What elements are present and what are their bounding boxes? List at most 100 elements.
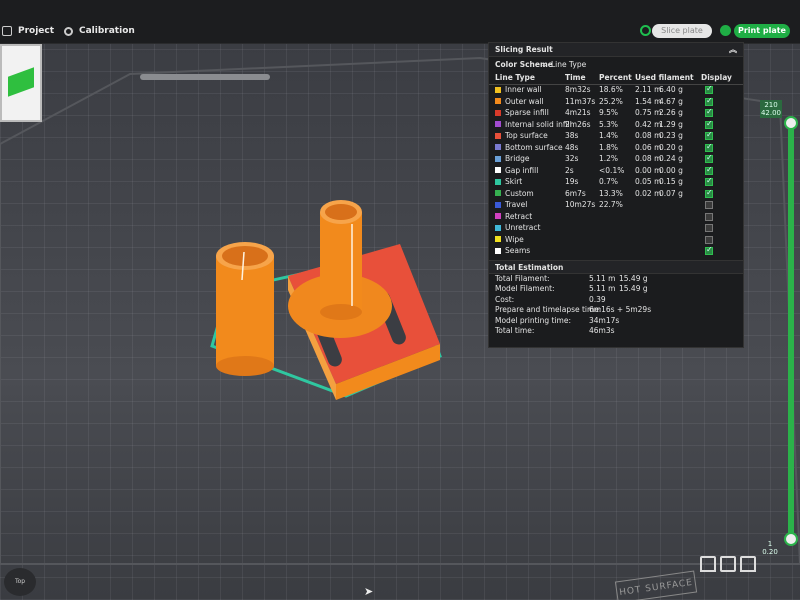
result-row: Skirt 19s 0.7% 0.05 m 0.15 g [489, 176, 743, 189]
display-checkbox[interactable] [705, 107, 713, 117]
total-estimation-header: Total Estimation [489, 259, 743, 274]
line-type-meters: 0.42 m [635, 119, 662, 129]
home-view-icon[interactable] [700, 556, 716, 572]
line-type-label: Custom [495, 189, 534, 198]
line-type-label: Wipe [495, 235, 524, 244]
result-table-header: Line Type Time Percent Used filament Dis… [489, 73, 743, 85]
line-type-percent: 1.2% [599, 154, 619, 163]
result-row: Bridge 32s 1.2% 0.08 m 0.24 g [489, 153, 743, 166]
view-cube-top[interactable]: Top [4, 568, 36, 596]
chevron-down-icon[interactable]: ⌄ [541, 57, 547, 73]
line-type-time: 19s [565, 177, 579, 186]
display-checkbox[interactable] [705, 119, 713, 129]
line-type-time: 2m26s [565, 119, 591, 129]
line-type-grams: 6.40 g [659, 85, 683, 94]
layer-view-icon[interactable] [740, 556, 756, 572]
line-type-label: Inner wall [495, 85, 542, 94]
layer-slider-bottom-handle[interactable] [784, 532, 798, 546]
display-checkbox[interactable] [705, 142, 713, 152]
tab-project[interactable]: Project [2, 26, 54, 36]
display-checkbox[interactable] [705, 165, 713, 175]
result-row: Retract [489, 212, 743, 224]
display-checkbox[interactable] [705, 201, 713, 209]
display-checkbox[interactable] [705, 188, 713, 198]
display-checkbox[interactable] [705, 235, 713, 244]
slice-dropdown-icon[interactable] [640, 25, 651, 36]
estimation-row: Total Filament: 5.11 m 15.49 g [489, 274, 743, 285]
display-checkbox[interactable] [705, 212, 713, 221]
gear-icon [64, 26, 73, 36]
layer-slider-top-handle[interactable] [784, 116, 798, 130]
result-row: Inner wall 8m32s 18.6% 2.11 m 6.40 g [489, 84, 743, 97]
collapse-icon[interactable]: ︽ [729, 43, 737, 57]
line-type-name: Internal solid infill [505, 119, 572, 129]
slicing-result-panel: Slicing Result ︽ Color Scheme ⌄ Line Typ… [488, 42, 744, 348]
display-checkbox[interactable] [705, 153, 713, 163]
color-scheme-select[interactable]: Line Type [551, 57, 586, 73]
result-row: Bottom surface 48s 1.8% 0.06 m 0.20 g [489, 142, 743, 155]
line-type-label: Retract [495, 212, 532, 221]
display-checkbox[interactable] [705, 84, 713, 94]
line-type-percent: 1.8% [599, 142, 619, 152]
line-type-swatch [495, 190, 501, 196]
line-type-percent: 22.7% [599, 200, 623, 209]
square-view-icon[interactable] [720, 556, 736, 572]
line-type-swatch [495, 224, 501, 231]
mouse-cursor-icon: ➤ [364, 585, 374, 598]
estimation-row: Model Filament: 5.11 m 15.49 g [489, 284, 743, 295]
thumbnail-part [8, 67, 34, 97]
line-type-time: 32s [565, 154, 579, 163]
project-icon [2, 26, 12, 36]
display-checkbox[interactable] [705, 176, 713, 186]
display-checkbox[interactable] [705, 130, 713, 140]
bottom-view-controls [700, 556, 756, 572]
line-type-percent: 18.6% [599, 85, 623, 94]
estimation-row: Cost: 0.39 [489, 295, 743, 306]
line-type-grams: 0.23 g [659, 131, 683, 140]
line-type-name: Wipe [505, 234, 524, 244]
line-type-grams: 0.00 g [659, 165, 683, 175]
display-checkbox[interactable] [705, 224, 713, 232]
print-dropdown-icon[interactable] [720, 25, 731, 36]
col-percent: Percent [599, 73, 632, 82]
line-type-swatch [495, 155, 501, 162]
col-used-filament: Used filament [635, 73, 694, 82]
line-type-percent: 9.5% [599, 108, 619, 117]
line-type-grams: 4.67 g [659, 96, 683, 106]
display-checkbox[interactable] [705, 96, 713, 106]
result-row: Gap infill 2s <0.1% 0.00 m 0.00 g [489, 165, 743, 178]
line-type-grams: 0.20 g [659, 142, 683, 152]
line-type-percent: 5.3% [599, 119, 619, 129]
line-type-meters: 0.05 m [635, 177, 662, 186]
plate-handle [140, 74, 270, 80]
line-type-label: Skirt [495, 177, 522, 186]
line-type-grams: 2.26 g [659, 108, 683, 117]
tab-calibration[interactable]: Calibration [64, 26, 135, 36]
print-plate-button[interactable]: Print plate [734, 24, 790, 38]
estimation-key: Prepare and timelapse time: [495, 305, 602, 314]
display-checkbox[interactable] [705, 245, 713, 255]
plate-thumbnail[interactable] [0, 44, 42, 122]
result-row: Travel 10m27s 22.7% [489, 200, 743, 212]
estimation-value-2: 15.49 g [619, 284, 648, 293]
line-type-time: 38s [565, 131, 579, 140]
line-type-meters: 0.75 m [635, 108, 662, 117]
line-type-percent: <0.1% [599, 165, 625, 175]
line-type-label: Seams [495, 246, 530, 255]
estimation-row: Model printing time: 34m17s [489, 316, 743, 327]
estimation-key: Total Filament: [495, 273, 550, 283]
line-type-name: Custom [505, 188, 534, 198]
line-type-swatch [495, 236, 501, 242]
line-type-swatch [495, 247, 501, 254]
line-type-swatch [495, 86, 501, 93]
estimation-key: Model Filament: [495, 284, 555, 293]
col-display: Display [701, 73, 732, 82]
slice-plate-button[interactable]: Slice plate [652, 24, 712, 38]
result-row: Unretract [489, 223, 743, 235]
line-type-swatch [495, 144, 501, 150]
line-type-name: Gap infill [505, 165, 539, 175]
layer-slider-top-readout: 210 42.00 [760, 100, 782, 118]
line-type-name: Bottom surface [505, 142, 563, 152]
layer-slider-track[interactable] [788, 124, 794, 544]
line-type-swatch [495, 98, 501, 104]
